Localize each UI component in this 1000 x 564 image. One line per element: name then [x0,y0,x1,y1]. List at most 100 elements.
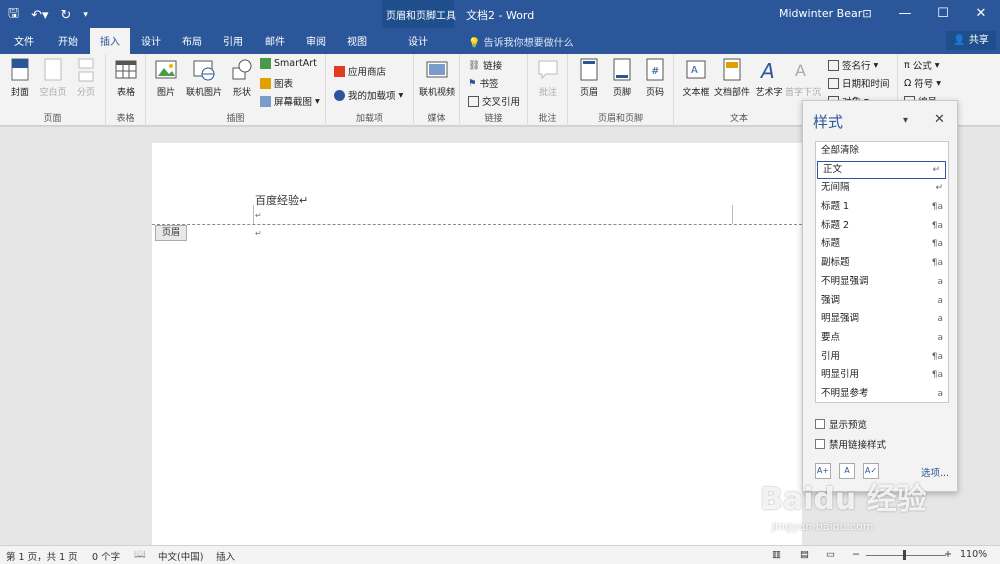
cover-page-button[interactable]: 封面 [2,58,38,98]
my-addins-button[interactable]: 我的加载项 ▾ [334,88,403,102]
customize-qat-icon[interactable]: ▾ [83,10,88,20]
checkbox-box[interactable] [815,439,825,449]
signature-icon [828,59,839,71]
tab-layout[interactable]: 布局 [182,33,202,48]
save-icon[interactable]: 🖫 [8,4,19,26]
share-button[interactable]: 👤 共享 [946,31,996,50]
zoom-level[interactable]: 110% [960,549,987,560]
link-button[interactable]: ⛓ 链接 [468,58,502,73]
document-page[interactable]: 百度经验↵ ↵ 页眉 ↵ [152,143,802,547]
tab-header-footer-design[interactable]: 设计 [408,33,428,48]
style-item[interactable]: 标题 1 ¶a [816,198,948,217]
web-layout-icon[interactable]: ▭ [826,549,835,560]
datetime-button[interactable]: 日期和时间 [828,76,890,90]
style-item[interactable]: 不明显参考 a [816,385,948,404]
close-button[interactable]: ✕ [962,0,1000,28]
cover-page-icon [11,58,29,81]
symbol-button[interactable]: Ω 符号 ▾ [904,76,941,91]
svg-text:A: A [759,59,775,82]
style-item[interactable]: 引用 ¶a [816,348,948,367]
group-addins-label: 加载项 [355,114,383,124]
tab-design[interactable]: 设计 [141,33,161,48]
picture-button[interactable]: 图片 [148,58,184,98]
blank-page-button[interactable]: 空白页 [35,58,71,98]
tab-insert[interactable]: 插入 [90,28,130,54]
wordart-icon: A [759,59,775,82]
checkbox-box[interactable] [815,419,825,429]
redo-icon[interactable]: ↻ [61,8,72,23]
online-video-button[interactable]: 联机视频 [417,58,457,98]
undo-icon[interactable]: ↶▾ [31,8,48,23]
equation-button[interactable]: π 公式 ▾ [904,58,940,73]
store-button[interactable]: 应用商店 [334,64,386,78]
zoom-slider-track[interactable] [866,555,946,556]
style-item[interactable]: 标题 2 ¶a [816,217,948,236]
style-item[interactable]: 标题 ¶a [816,235,948,254]
group-comments: 批注 批注 [528,54,568,126]
tab-references[interactable]: 引用 [223,33,243,48]
signature-line-button[interactable]: 签名行 ▾ [828,58,878,72]
dropcap-button[interactable]: A 首字下沉 [785,58,821,98]
tab-file[interactable]: 文件 [14,33,34,48]
wordart-label: 艺术字 [755,88,783,98]
style-type-icon: ¶a [931,239,943,250]
proofing-icon[interactable]: 📖 [134,549,146,560]
textbox-button[interactable]: A 文本框 [678,58,714,98]
style-item[interactable]: 明显强调 a [816,310,948,329]
group-header-footer-label: 页眉和页脚 [597,114,643,124]
page-number-button[interactable]: # 页码 [637,58,673,98]
online-picture-button[interactable]: 联机图片 [184,58,224,98]
style-name: 不明显强调 [821,275,869,287]
language[interactable]: 中文(中国) [158,549,203,563]
textbox-label: 文本框 [682,88,710,98]
tab-view[interactable]: 视图 [347,33,367,48]
style-item[interactable]: 不明显强调 a [816,273,948,292]
table-button[interactable]: 表格 [108,58,144,98]
zoom-slider-thumb[interactable] [903,550,906,560]
header-text[interactable]: 百度经验↵ [255,192,308,208]
screenshot-button[interactable]: 屏幕截图 ▾ [260,94,320,108]
store-icon [334,65,345,77]
maximize-button[interactable]: ☐ [924,0,962,28]
minimize-button[interactable]: — [886,0,924,28]
chart-button[interactable]: 图表 [260,76,293,90]
read-mode-icon[interactable]: ▥ [772,549,781,560]
chevron-down-icon: ▾ [398,89,404,101]
pane-options-chevron-icon[interactable]: ▾ [903,115,908,126]
style-item[interactable]: 要点 a [816,329,948,348]
style-item[interactable]: 全部清除 [816,142,948,161]
share-label: 共享 [968,35,989,46]
ribbon-display-options-button[interactable]: ⊡ [848,0,886,28]
print-layout-icon[interactable]: ▤ [800,549,809,560]
show-preview-checkbox[interactable]: 显示预览 [815,417,867,431]
header-button[interactable]: 页眉 [571,58,607,98]
style-name: 强调 [821,294,841,306]
shapes-button[interactable]: 形状 [224,58,260,98]
page-count[interactable]: 第 1 页，共 1 页 [6,549,78,563]
style-item[interactable]: 无间隔 ↵ [816,179,948,198]
zoom-out-icon[interactable]: − [852,549,860,560]
tab-home[interactable]: 开始 [58,33,78,48]
quickparts-button[interactable]: 文档部件 [712,58,752,98]
insert-mode[interactable]: 插入 [216,549,235,563]
page-break-button[interactable]: 分页 [68,58,104,98]
crossref-button[interactable]: 交叉引用 [468,94,520,108]
body-paragraph-mark[interactable]: ↵ [255,229,262,238]
style-item-selected[interactable]: 正文 ↵ [817,160,946,180]
bookmark-button[interactable]: ⚑ 书签 [468,76,499,91]
wordart-button[interactable]: A 艺术字 [751,58,787,98]
word-count[interactable]: 0 个字 [92,549,120,563]
style-item[interactable]: 强调 a [816,292,948,311]
tab-review[interactable]: 审阅 [306,33,326,48]
tell-me-search[interactable]: 💡 告诉我你想要做什么 [468,34,574,49]
comment-button[interactable]: 批注 [530,58,566,98]
footer-button[interactable]: 页脚 [604,58,640,98]
style-item[interactable]: 明显引用 ¶a [816,366,948,385]
style-item[interactable]: 副标题 ¶a [816,254,948,273]
tab-mailings[interactable]: 邮件 [265,33,285,48]
disable-linked-styles-checkbox[interactable]: 禁用链接样式 [815,437,886,451]
zoom-in-icon[interactable]: + [944,549,952,560]
styles-list: 全部清除 正文 ↵ 无间隔 ↵ 标题 1 ¶a 标题 2 ¶a 标题 ¶a 副标题 ¶a 不… [815,141,949,403]
smartart-button[interactable]: SmartArt [260,58,317,69]
pane-close-icon[interactable]: ✕ [934,112,945,127]
